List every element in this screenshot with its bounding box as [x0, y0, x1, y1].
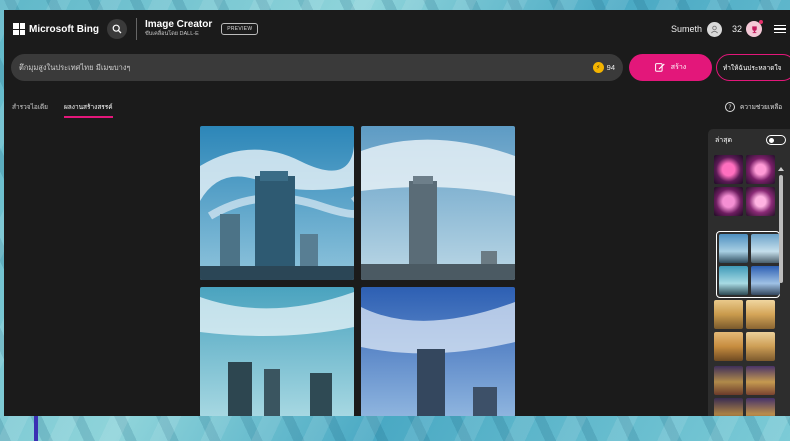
bing-logo[interactable]: Microsoft Bing	[13, 23, 99, 35]
brand-name: Microsoft Bing	[29, 23, 99, 35]
prompt-bar: ⚡ 94	[11, 54, 623, 81]
trophy-icon	[751, 25, 757, 33]
scroll-up-arrow-icon[interactable]	[778, 167, 784, 171]
recent-creations-panel: ล่าสุด	[708, 129, 790, 416]
recent-group-3[interactable]	[714, 300, 776, 361]
recent-thumbnail[interactable]	[714, 300, 743, 329]
view-tabs: สำรวจไอเดีย ผลงานสร้างสรรค์	[12, 102, 129, 118]
generated-image-4[interactable]	[361, 287, 515, 416]
recent-thumbnail[interactable]	[746, 300, 775, 329]
header-right: Sumeth 32	[671, 10, 790, 48]
generated-image-3[interactable]	[200, 287, 354, 416]
notification-dot	[759, 20, 763, 24]
app-subtitle: ขับเคลื่อนโดย DALL-E	[145, 31, 199, 38]
header-divider	[136, 18, 137, 40]
avatar[interactable]	[706, 21, 722, 37]
preview-badge: PREVIEW	[221, 23, 259, 35]
microsoft-logo-icon	[13, 23, 25, 35]
recent-thumbnail[interactable]	[751, 234, 780, 263]
recent-thumbnail[interactable]	[719, 234, 748, 263]
top-header: Microsoft Bing Image Creator ขับเคลื่อนโ…	[4, 10, 790, 48]
recent-group-4[interactable]	[714, 366, 776, 416]
create-edit-icon	[654, 63, 665, 72]
user-name[interactable]: Sumeth	[671, 24, 702, 34]
taskbar-indicator	[34, 416, 38, 441]
generated-image-2[interactable]	[361, 126, 515, 280]
scrollbar-thumb[interactable]	[779, 175, 783, 283]
recent-group-1[interactable]	[714, 155, 776, 216]
help-link[interactable]: ? ความช่วยเหลือ	[725, 102, 782, 112]
prompt-input[interactable]	[19, 63, 559, 72]
help-icon: ?	[725, 102, 735, 112]
rewards-count[interactable]: 32	[732, 24, 742, 34]
image-creator-app: Microsoft Bing Image Creator ขับเคลื่อนโ…	[4, 10, 790, 416]
recent-thumbnail[interactable]	[746, 187, 775, 216]
recent-thumbnail[interactable]	[751, 266, 780, 295]
tab-creations[interactable]: ผลงานสร้างสรรค์	[64, 102, 113, 118]
boost-counter[interactable]: ⚡ 94	[592, 62, 615, 73]
generated-image-1[interactable]	[200, 126, 354, 280]
boost-count: 94	[606, 63, 615, 72]
recent-thumbnail[interactable]	[746, 332, 775, 361]
recent-group-2-selected[interactable]	[716, 231, 780, 298]
recent-panel-toggle[interactable]	[766, 135, 786, 145]
create-button[interactable]: สร้าง	[629, 54, 712, 81]
recent-thumbnail[interactable]	[714, 332, 743, 361]
app-title-block[interactable]: Image Creator ขับเคลื่อนโดย DALL-E	[145, 20, 212, 38]
recent-thumbnail[interactable]	[719, 266, 748, 295]
surprise-me-button[interactable]: ทำให้ฉันประหลาดใจ	[716, 54, 790, 81]
help-label: ความช่วยเหลือ	[740, 103, 783, 111]
recent-thumbnail[interactable]	[714, 398, 743, 416]
recent-thumbnail[interactable]	[714, 366, 743, 395]
recent-thumbnail[interactable]	[746, 366, 775, 395]
app-title: Image Creator	[145, 19, 213, 31]
recent-thumbnail[interactable]	[746, 155, 775, 184]
recent-thumbnail[interactable]	[714, 155, 743, 184]
boost-coin-icon: ⚡	[592, 62, 604, 73]
recent-thumbnail[interactable]	[714, 187, 743, 216]
user-icon	[710, 25, 718, 33]
tab-explore-ideas[interactable]: สำรวจไอเดีย	[12, 102, 48, 118]
rewards-button[interactable]	[746, 20, 763, 37]
create-label: สร้าง	[670, 63, 687, 71]
recent-thumbnail[interactable]	[746, 398, 775, 416]
hamburger-menu-icon[interactable]	[774, 24, 786, 34]
toggle-knob	[769, 137, 774, 143]
search-icon	[112, 24, 122, 34]
recent-scrollbar[interactable]	[778, 167, 784, 416]
search-button[interactable]	[107, 19, 127, 39]
